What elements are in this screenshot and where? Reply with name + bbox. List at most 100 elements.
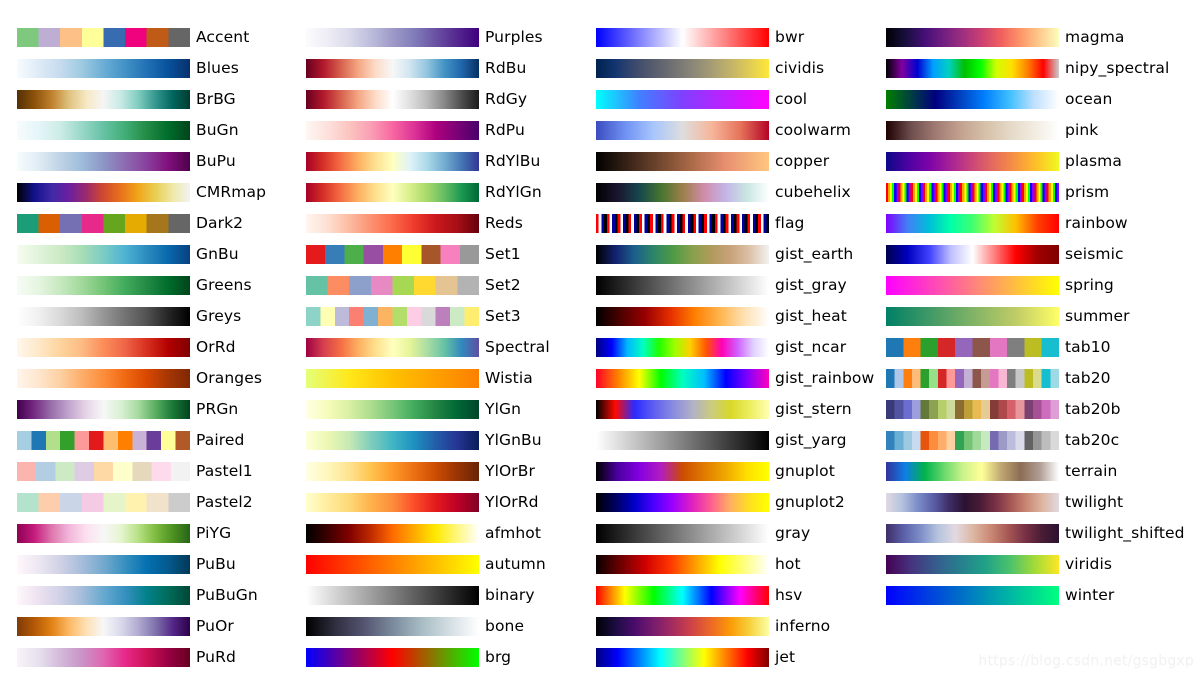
colormap-swatch-RdPu	[306, 121, 479, 140]
watermark-text: https://blog.csdn.net/gsgbgxp	[978, 653, 1194, 669]
colormap-name-label: Pastel1	[196, 462, 253, 480]
colormap-name-label: gnuplot2	[775, 493, 845, 511]
colormap-swatch-RdYlGn	[306, 183, 479, 202]
colormap-row: cool	[579, 84, 869, 115]
colormap-name-label: Paired	[196, 431, 245, 449]
colormap-row: BuPu	[0, 146, 290, 177]
colormap-swatch-twilight_shifted	[886, 524, 1059, 543]
colormap-swatch-CMRmap	[17, 183, 190, 202]
colormap-name-label: PiYG	[196, 524, 232, 542]
colormap-name-label: Spectral	[485, 338, 550, 356]
colormap-row: Set2	[289, 270, 579, 301]
colormap-name-label: OrRd	[196, 338, 236, 356]
colormap-name-label: gist_stern	[775, 400, 852, 418]
colormap-swatch-inferno	[596, 617, 769, 636]
colormap-row: viridis	[869, 549, 1159, 580]
colormap-name-label: binary	[485, 586, 535, 604]
colormap-row: RdGy	[289, 84, 579, 115]
colormap-swatch-terrain	[886, 462, 1059, 481]
colormap-name-label: PRGn	[196, 400, 239, 418]
colormap-swatch-RdBu	[306, 59, 479, 78]
colormap-row: gist_heat	[579, 301, 869, 332]
colormap-swatch-Purples	[306, 28, 479, 47]
colormap-row: terrain	[869, 456, 1159, 487]
colormap-swatch-gist_heat	[596, 307, 769, 326]
colormap-row: PiYG	[0, 518, 290, 549]
colormap-swatch-Oranges	[17, 369, 190, 388]
colormap-swatch-seismic	[886, 245, 1059, 264]
colormap-row: Reds	[289, 208, 579, 239]
colormap-row: cubehelix	[579, 177, 869, 208]
colormap-name-label: YlOrRd	[485, 493, 539, 511]
colormap-swatch-tab10	[886, 338, 1059, 357]
colormap-name-label: pink	[1065, 121, 1099, 139]
colormap-swatch-GnBu	[17, 245, 190, 264]
colormap-row: seismic	[869, 239, 1159, 270]
colormap-swatch-cividis	[596, 59, 769, 78]
colormap-row: GnBu	[0, 239, 290, 270]
colormap-name-label: gray	[775, 524, 811, 542]
colormap-swatch-gist_gray	[596, 276, 769, 295]
colormap-swatch-Set1	[306, 245, 479, 264]
colormap-row: tab20b	[869, 394, 1159, 425]
colormap-name-label: magma	[1065, 28, 1125, 46]
colormap-swatch-winter	[886, 586, 1059, 605]
colormap-row: RdYlBu	[289, 146, 579, 177]
colormap-name-label: Set1	[485, 245, 521, 263]
colormap-swatch-PuBu	[17, 555, 190, 574]
colormap-name-label: tab20b	[1065, 400, 1121, 418]
colormap-swatch-bwr	[596, 28, 769, 47]
colormap-swatch-prism	[886, 183, 1059, 202]
colormap-name-label: gist_gray	[775, 276, 847, 294]
colormap-row: Pastel2	[0, 487, 290, 518]
colormap-swatch-BuPu	[17, 152, 190, 171]
colormap-row: Greys	[0, 301, 290, 332]
colormap-name-label: PuBu	[196, 555, 236, 573]
colormap-swatch-YlGn	[306, 400, 479, 419]
colormap-name-label: cubehelix	[775, 183, 851, 201]
colormap-row: PuRd	[0, 642, 290, 673]
colormap-name-label: gist_earth	[775, 245, 854, 263]
colormap-swatch-ocean	[886, 90, 1059, 109]
colormap-swatch-Wistia	[306, 369, 479, 388]
colormap-swatch-nipy_spectral	[886, 59, 1059, 78]
colormap-name-label: summer	[1065, 307, 1130, 325]
colormap-swatch-cubehelix	[596, 183, 769, 202]
colormap-swatch-Set2	[306, 276, 479, 295]
colormap-row: RdBu	[289, 53, 579, 84]
colormap-name-label: Greys	[196, 307, 242, 325]
colormap-row: autumn	[289, 549, 579, 580]
colormap-row: CMRmap	[0, 177, 290, 208]
colormap-swatch-BrBG	[17, 90, 190, 109]
colormap-row: YlOrBr	[289, 456, 579, 487]
colormap-name-label: bone	[485, 617, 525, 635]
colormap-swatch-tab20b	[886, 400, 1059, 419]
colormap-swatch-gist_yarg	[596, 431, 769, 450]
colormap-row: Accent	[0, 22, 290, 53]
colormap-name-label: brg	[485, 648, 512, 666]
colormap-name-label: gnuplot	[775, 462, 835, 480]
colormap-swatch-RdYlBu	[306, 152, 479, 171]
colormap-swatch-twilight	[886, 493, 1059, 512]
colormap-row: plasma	[869, 146, 1159, 177]
colormap-swatch-OrRd	[17, 338, 190, 357]
colormap-row: gist_gray	[579, 270, 869, 301]
colormap-swatch-hsv	[596, 586, 769, 605]
colormap-swatch-PuOr	[17, 617, 190, 636]
colormap-name-label: hsv	[775, 586, 803, 604]
colormap-row: copper	[579, 146, 869, 177]
colormap-row: YlGn	[289, 394, 579, 425]
colormap-row: rainbow	[869, 208, 1159, 239]
colormap-swatch-rainbow	[886, 214, 1059, 233]
colormap-row: spring	[869, 270, 1159, 301]
colormap-row: Blues	[0, 53, 290, 84]
colormap-swatch-Spectral	[306, 338, 479, 357]
colormap-row: brg	[289, 642, 579, 673]
colormap-row: PuOr	[0, 611, 290, 642]
colormap-swatch-jet	[596, 648, 769, 667]
colormap-swatch-Paired	[17, 431, 190, 450]
colormap-name-label: Accent	[196, 28, 250, 46]
colormap-row: Paired	[0, 425, 290, 456]
colormap-swatch-Greens	[17, 276, 190, 295]
colormap-row: magma	[869, 22, 1159, 53]
